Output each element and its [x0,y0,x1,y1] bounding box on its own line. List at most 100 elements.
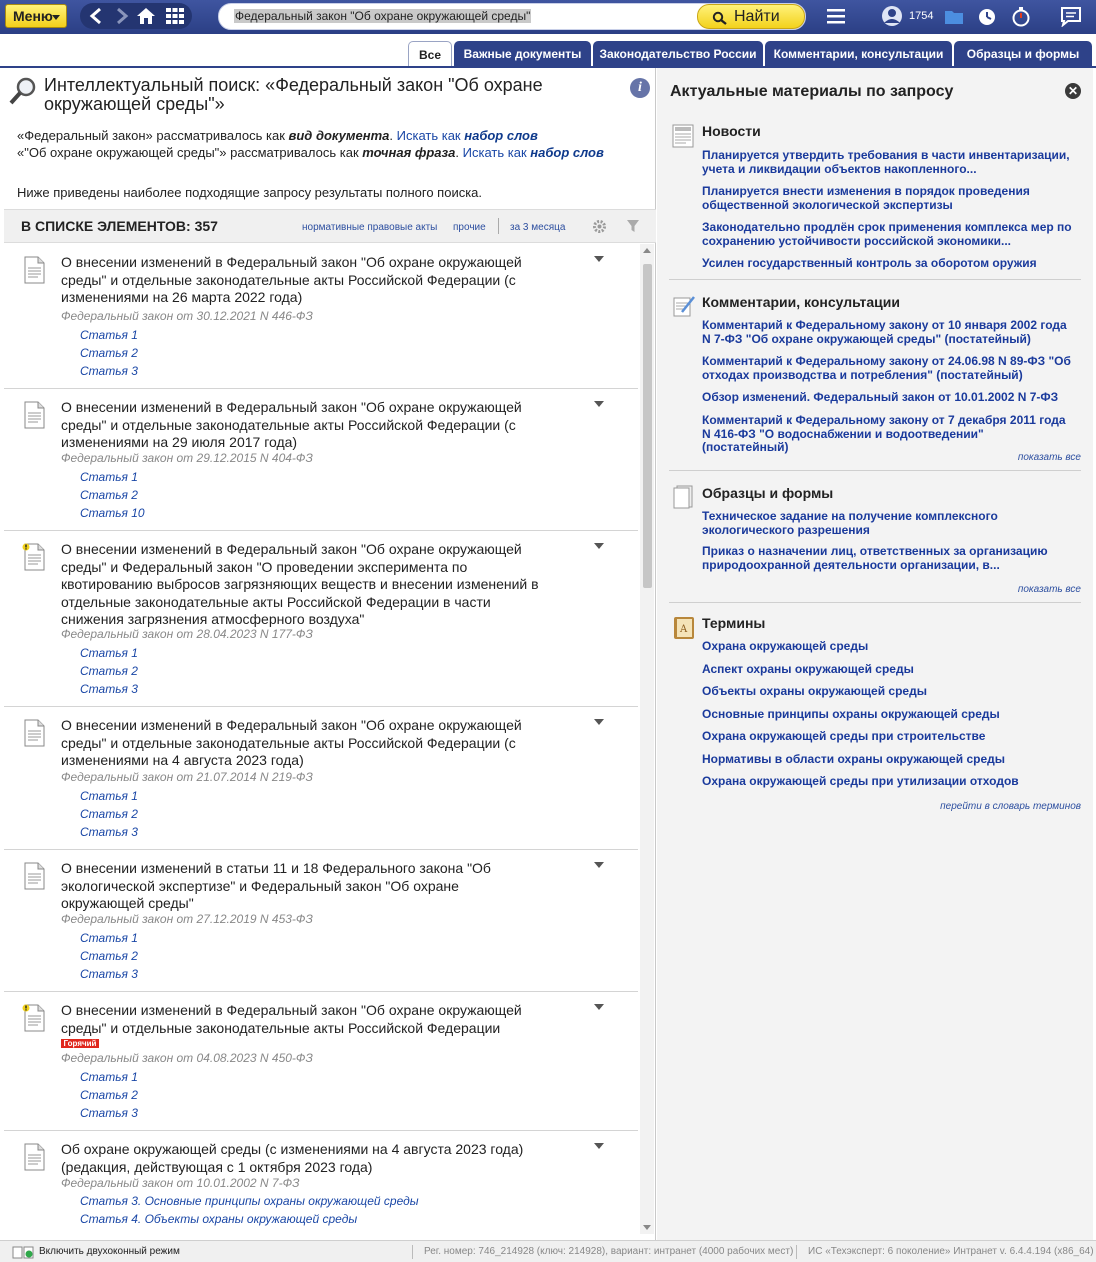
page-title: Интеллектуальный поиск: «Федеральный зак… [44,75,543,114]
article-link[interactable]: Статья 3 [80,825,138,839]
article-link[interactable]: Статья 3 [80,364,138,378]
section-title-news: Новости [702,123,761,139]
comment-link[interactable]: Комментарий к Федеральному закону от 24.… [702,354,1072,382]
article-link[interactable]: Статья 2 [80,807,138,821]
user-icon[interactable] [880,5,904,27]
gear-icon[interactable] [592,219,607,234]
back-arrow-icon[interactable] [86,6,108,26]
results-scrollbar[interactable] [640,244,654,1234]
tab-all[interactable]: Все [408,41,452,68]
filter-3-months[interactable]: за 3 месяца [510,222,565,233]
term-link[interactable]: Основные принципы охраны окружающей сред… [702,707,1072,722]
list-item[interactable]: Об охране окружающей среды (с изменениям… [4,1131,638,1234]
folder-icon[interactable] [943,5,965,27]
article-link[interactable]: Статья 10 [80,506,145,520]
article-link[interactable]: Статья 1 [80,328,138,342]
term-link[interactable]: Нормативы в области охраны окружающей ср… [702,752,1072,767]
term-link[interactable]: Аспект охраны окружающей среды [702,662,1072,677]
term-link[interactable]: Объекты охраны окружающей среды [702,684,1072,699]
scroll-down-icon[interactable] [643,1225,651,1230]
article-link[interactable]: Статья 1 [80,789,138,803]
form-link[interactable]: Приказ о назначении лиц, ответственных з… [702,544,1072,572]
list-item[interactable]: О внесении изменений в Федеральный закон… [4,707,638,850]
news-link[interactable]: Усилен государственный контроль за оборо… [702,256,1072,271]
term-link[interactable]: Охрана окружающей среды [702,639,1072,654]
tab-templates-forms[interactable]: Образцы и формы [954,41,1092,68]
tab-important-docs[interactable]: Важные документы [454,41,591,68]
article-link[interactable]: Статья 2 [80,1088,138,1102]
tab-label: Комментарии, консультации [773,47,944,61]
dual-mode-toggle[interactable]: Включить двухоконный режим [39,1246,180,1257]
find-button-label: Найти [734,8,780,25]
expand-caret-icon[interactable] [594,401,604,407]
comment-link[interactable]: Комментарий к Федеральному закону от 10 … [702,318,1072,346]
tab-comments[interactable]: Комментарии, консультации [765,41,952,68]
search-as-words-link[interactable]: Искать как набор слов [397,128,538,143]
document-meta: Федеральный закон от 10.01.2002 N 7-ФЗ [61,1176,300,1190]
stopwatch-icon[interactable] [1010,5,1032,27]
forward-arrow-icon[interactable] [110,6,132,26]
article-link[interactable]: Статья 3 [80,967,138,981]
list-item[interactable]: О внесении изменений в статьи 11 и 18 Фе… [4,850,638,992]
document-title[interactable]: О внесении изменений в Федеральный закон… [61,399,551,452]
list-item[interactable]: О внесении изменений в Федеральный закон… [4,992,638,1131]
document-title[interactable]: О внесении изменений в Федеральный закон… [61,541,551,629]
expand-caret-icon[interactable] [594,1004,604,1010]
expand-caret-icon[interactable] [594,1143,604,1149]
home-icon[interactable] [135,6,157,26]
filter-funnel-icon[interactable] [626,218,640,234]
article-link[interactable]: Статья 3. Основные принципы охраны окруж… [80,1194,419,1208]
comment-link[interactable]: Обзор изменений. Федеральный закон от 10… [702,390,1072,405]
document-title[interactable]: О внесении изменений в Федеральный закон… [61,254,551,307]
document-title[interactable]: О внесении изменений в Федеральный закон… [61,717,551,770]
info-icon[interactable]: i [630,78,650,98]
news-link[interactable]: Планируется внести изменения в порядок п… [702,184,1072,212]
news-link[interactable]: Планируется утвердить требования в части… [702,148,1072,176]
find-button[interactable]: Найти [697,4,805,29]
expand-caret-icon[interactable] [594,862,604,868]
history-clock-icon[interactable] [976,5,998,27]
article-link[interactable]: Статья 1 [80,646,138,660]
article-link[interactable]: Статья 4. Объекты охраны окружающей сред… [80,1212,357,1226]
article-link[interactable]: Статья 2 [80,346,138,360]
message-icon[interactable] [1060,5,1082,27]
article-link[interactable]: Статья 2 [80,949,138,963]
list-item[interactable]: О внесении изменений в Федеральный закон… [4,531,638,707]
expand-caret-icon[interactable] [594,543,604,549]
menu-button[interactable]: Меню [5,4,67,28]
close-icon[interactable]: ✕ [1065,83,1081,99]
document-title[interactable]: О внесении изменений в Федеральный закон… [61,1002,551,1037]
show-all-comments-link[interactable]: показать все [1018,452,1081,463]
article-link[interactable]: Статья 1 [80,931,138,945]
dual-window-icon[interactable] [12,1246,34,1259]
expand-caret-icon[interactable] [594,719,604,725]
document-title[interactable]: О внесении изменений в статьи 11 и 18 Фе… [61,860,511,913]
scrollbar-thumb[interactable] [643,264,652,588]
article-link[interactable]: Статья 2 [80,664,138,678]
terms-dictionary-link[interactable]: перейти в словарь терминов [940,801,1081,812]
document-important-icon [22,1004,45,1032]
article-link[interactable]: Статья 3 [80,682,138,696]
search-query-text: Федеральный закон "Об охране окружающей … [234,9,532,23]
scroll-up-icon[interactable] [643,248,651,253]
term-link[interactable]: Охрана окружающей среды при утилизации о… [702,774,1072,789]
grid-apps-icon[interactable] [164,6,186,26]
filter-other[interactable]: прочие [453,222,486,233]
show-all-forms-link[interactable]: показать все [1018,584,1081,595]
filter-normative-acts[interactable]: нормативные правовые акты [302,222,437,233]
form-link[interactable]: Техническое задание на получение комплек… [702,509,1072,537]
hamburger-menu-icon[interactable] [826,5,846,27]
article-link[interactable]: Статья 1 [80,470,138,484]
comment-link[interactable]: Комментарий к Федеральному закону от 7 д… [702,413,1072,455]
news-link[interactable]: Законодательно продлён срок применения к… [702,220,1072,248]
term-link[interactable]: Охрана окружающей среды при строительств… [702,729,1072,744]
article-link[interactable]: Статья 1 [80,1070,138,1084]
list-item[interactable]: О внесении изменений в Федеральный закон… [4,244,638,389]
article-link[interactable]: Статья 3 [80,1106,138,1120]
expand-caret-icon[interactable] [594,256,604,262]
document-title[interactable]: Об охране окружающей среды (с изменениям… [61,1141,551,1176]
search-as-words-link[interactable]: Искать как набор слов [463,145,604,160]
tab-russian-legislation[interactable]: Законодательство России [593,41,763,68]
article-link[interactable]: Статья 2 [80,488,138,502]
list-item[interactable]: О внесении изменений в Федеральный закон… [4,389,638,531]
